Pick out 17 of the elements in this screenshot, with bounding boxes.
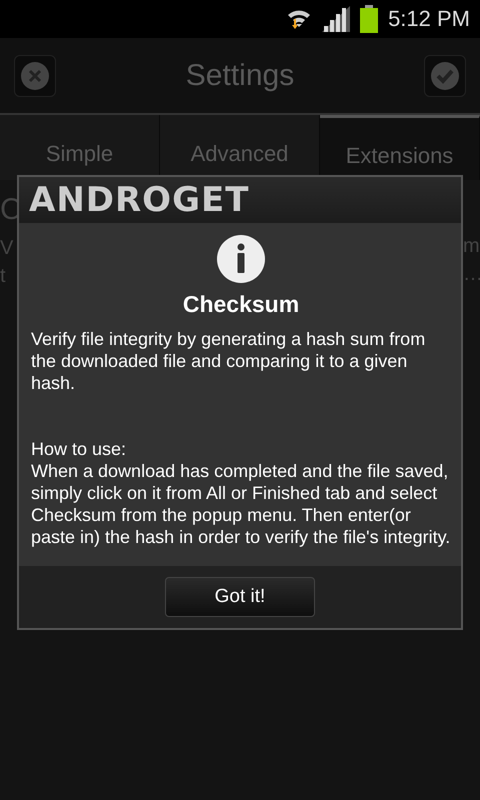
cancel-button[interactable] (14, 54, 56, 96)
screen-title: Settings (186, 58, 294, 92)
dialog-text: How to use: When a download has completed and the file saved, simply click on it from All or Finished tab and select Checksum from the popup menu. Then enter(or paste in) the hash in order to verify the file's integrity. (31, 438, 451, 548)
checkmark-icon (430, 60, 460, 90)
dialog-text: Verify file integrity by generating a hash sum from the downloaded file and comparing it to a given hash. (31, 328, 426, 394)
logo: ANDROGET (29, 180, 250, 220)
tab[interactable]: Simple (0, 115, 160, 180)
info-icon (217, 235, 265, 283)
dialog-title: Checksum (182, 291, 300, 318)
got-it-button[interactable]: Got it! (165, 577, 315, 617)
tab[interactable]: Extensions (320, 115, 480, 180)
text-fragment: … (463, 263, 480, 287)
confirm-button[interactable] (424, 54, 466, 96)
battery-icon (360, 5, 378, 33)
clock: 5:12 PM (388, 6, 470, 32)
close-icon (20, 60, 50, 90)
signal-icon (322, 6, 350, 32)
